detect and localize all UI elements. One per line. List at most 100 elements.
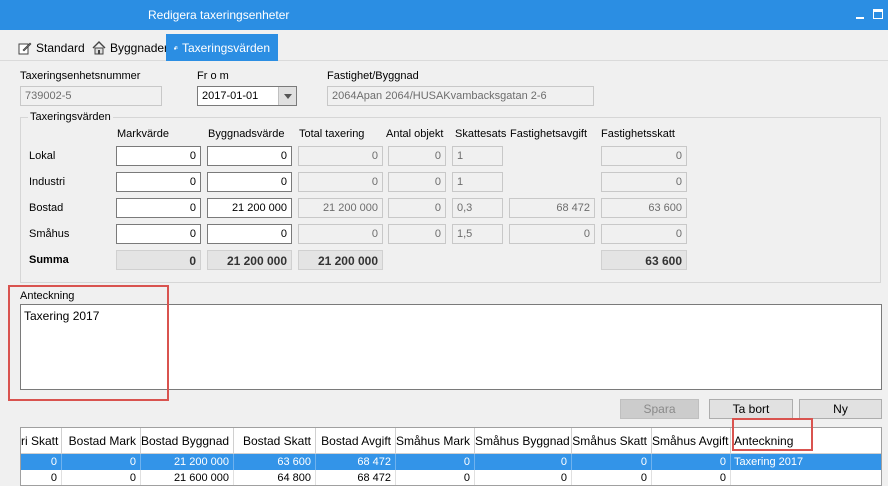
new-button[interactable]: Ny [799, 399, 882, 419]
from-date-select[interactable]: 2017-01-01 [197, 86, 297, 106]
industri-skatt-field: 0 [601, 172, 687, 192]
grid-cell: 0 [572, 454, 652, 470]
grid-cell: 63 600 [234, 454, 316, 470]
summa-label: Summa [29, 254, 69, 266]
bostad-total-field: 21 200 000 [298, 198, 383, 218]
col-header-skatt: Fastighetsskatt [601, 128, 675, 140]
grid-cell [731, 470, 881, 485]
grid-header[interactable]: Bostad Avgift [316, 428, 396, 454]
industri-mark-input[interactable]: 0 [116, 172, 201, 192]
col-header-antal: Antal objekt [386, 128, 444, 140]
lokal-total-field: 0 [298, 146, 383, 166]
row-label-industri: Industri [29, 176, 66, 188]
grid-cell: Taxering 2017 [731, 454, 881, 470]
grid-cell: 0 [62, 470, 141, 485]
minimize-icon[interactable] [856, 9, 866, 19]
grid-cell: 0 [652, 454, 731, 470]
grid-cell: 68 472 [316, 454, 396, 470]
col-header-markvarde: Markvärde [117, 128, 169, 140]
smahus-bygg-input[interactable]: 0 [207, 224, 292, 244]
lokal-sats-field: 1 [452, 146, 503, 166]
grid-header[interactable]: Bostad Skatt [234, 428, 316, 454]
tab-taxeringsvarden-label: Taxeringsvärden [181, 40, 270, 55]
industri-antal-field: 0 [388, 172, 446, 192]
from-date-value: 2017-01-01 [202, 90, 259, 102]
title-bar: Redigera taxeringsenheter [0, 0, 888, 30]
col-header-total: Total taxering [299, 128, 365, 140]
grid-header[interactable]: ri Skatt [21, 428, 62, 454]
grid-cell: 21 200 000 [141, 454, 234, 470]
grid-cell: 0 [21, 454, 62, 470]
smahus-total-field: 0 [298, 224, 383, 244]
summa-bygg-field: 21 200 000 [207, 250, 292, 270]
property-field[interactable]: 2064Apan 2064/HUSAKvambacksgatan 2-6 [327, 86, 594, 106]
unit-number-field[interactable]: 739002-5 [20, 86, 162, 106]
grid-cell: 0 [652, 470, 731, 485]
summa-skatt-field: 63 600 [601, 250, 687, 270]
col-header-byggnadsvarde: Byggnadsvärde [208, 128, 285, 140]
grid-cell: 0 [396, 470, 475, 485]
grid-header[interactable]: Småhus Skatt [572, 428, 652, 454]
property-label: Fastighet/Byggnad [327, 70, 419, 82]
edit-icon [18, 42, 32, 54]
grid-cell: 0 [396, 454, 475, 470]
table-row[interactable]: 0 0 21 200 000 63 600 68 472 0 0 0 0 Tax… [21, 454, 881, 470]
lokal-skatt-field: 0 [601, 146, 687, 166]
grid-header[interactable]: Bostad Byggnad [141, 428, 234, 454]
industri-sats-field: 1 [452, 172, 503, 192]
from-label: Fr o m [197, 70, 229, 82]
tab-byggnader[interactable]: Byggnader [84, 34, 176, 61]
bostad-skatt-field: 63 600 [601, 198, 687, 218]
grid-cell: 64 800 [234, 470, 316, 485]
smahus-mark-input[interactable]: 0 [116, 224, 201, 244]
grid-cell: 0 [475, 454, 572, 470]
smahus-avgift-field: 0 [509, 224, 595, 244]
chevron-down-icon[interactable] [278, 87, 296, 105]
save-button[interactable]: Spara [620, 399, 699, 419]
smahus-skatt-field: 0 [601, 224, 687, 244]
tab-standard-label: Standard [36, 40, 85, 55]
delete-button[interactable]: Ta bort [709, 399, 793, 419]
summa-mark-field: 0 [116, 250, 201, 270]
grid-header[interactable]: Småhus Avgift [652, 428, 731, 454]
summa-total-field: 21 200 000 [298, 250, 383, 270]
row-label-lokal: Lokal [29, 150, 56, 162]
grid-header[interactable]: Bostad Mark [62, 428, 141, 454]
grid-cell: 0 [21, 470, 62, 485]
industri-bygg-input[interactable]: 0 [207, 172, 292, 192]
bostad-bygg-input[interactable]: 21 200 000 [207, 198, 292, 218]
row-label-smahus: Småhus [29, 228, 70, 240]
highlight-box-anteckning-column [732, 418, 813, 451]
window-title: Redigera taxeringsenheter [148, 8, 290, 22]
bostad-sats-field: 0,3 [452, 198, 503, 218]
bostad-mark-input[interactable]: 0 [116, 198, 201, 218]
grid-cell: 0 [62, 454, 141, 470]
maximize-icon[interactable] [873, 9, 883, 19]
smahus-antal-field: 0 [388, 224, 446, 244]
bostad-antal-field: 0 [388, 198, 446, 218]
lokal-bygg-input[interactable]: 0 [207, 146, 292, 166]
tab-byggnader-label: Byggnader [110, 40, 169, 55]
highlight-box-note [8, 285, 169, 401]
lokal-mark-input[interactable]: 0 [116, 146, 201, 166]
house-icon [92, 40, 106, 54]
grid-cell: 68 472 [316, 470, 396, 485]
bostad-avgift-field: 68 472 [509, 198, 595, 218]
grid-header[interactable]: Småhus Byggnad [475, 428, 572, 454]
grid-cell: 0 [572, 470, 652, 485]
lokal-antal-field: 0 [388, 146, 446, 166]
values-group-title: Taxeringsvärden [28, 111, 113, 123]
row-label-bostad: Bostad [29, 202, 64, 214]
tab-standard[interactable]: Standard [10, 34, 93, 61]
col-header-skattesats: Skattesats [455, 128, 507, 140]
industri-total-field: 0 [298, 172, 383, 192]
smahus-sats-field: 1,5 [452, 224, 503, 244]
boxes-icon [174, 45, 178, 50]
grid-header[interactable]: Småhus Mark [396, 428, 475, 454]
tab-taxeringsvarden[interactable]: Taxeringsvärden [166, 34, 278, 61]
unit-number-label: Taxeringsenhetsnummer [20, 70, 141, 82]
table-row[interactable]: 0 0 21 600 000 64 800 68 472 0 0 0 0 [21, 470, 881, 485]
tab-strip: Standard Byggnader Taxeringsvärden [0, 30, 888, 61]
grid-cell: 21 600 000 [141, 470, 234, 485]
grid-cell: 0 [475, 470, 572, 485]
